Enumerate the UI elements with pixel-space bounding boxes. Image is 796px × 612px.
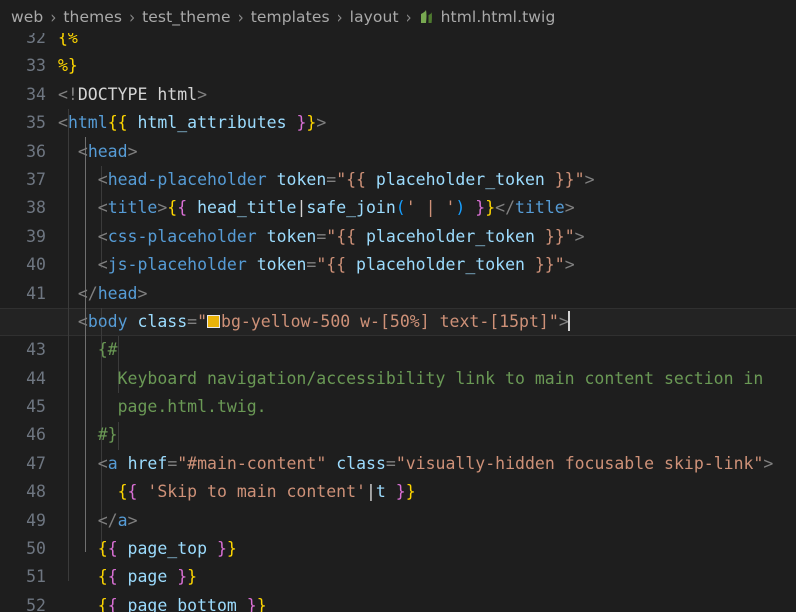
line-content[interactable]: <head> xyxy=(58,138,796,166)
line-content[interactable]: <body class=" bg-yellow-500 w-[50%] text-… xyxy=(58,308,796,336)
line-number: 50 xyxy=(26,539,46,559)
line-content[interactable]: {{ page_bottom }} xyxy=(58,592,796,612)
line-number: 34 xyxy=(26,84,46,104)
line-number: 36 xyxy=(26,141,46,161)
line-content[interactable]: <css-placeholder token="{{ placeholder_t… xyxy=(58,223,796,251)
code-line[interactable]: 52 {{ page_bottom }} xyxy=(0,592,796,612)
code-line[interactable]: 34 <!DOCTYPE html> xyxy=(0,81,796,109)
line-number: 35 xyxy=(26,113,46,133)
line-number-active: 42 xyxy=(26,311,46,331)
breadcrumb-item-layout[interactable]: layout xyxy=(350,8,399,26)
code-line[interactable]: 47 <a href="#main-content" class="visual… xyxy=(0,450,796,478)
line-number: 43 xyxy=(26,340,46,360)
breadcrumb-item-web[interactable]: web xyxy=(11,8,43,26)
code-line[interactable]: 38 <title>{{ head_title|safe_join(' | ')… xyxy=(0,194,796,222)
twig-file-icon xyxy=(419,9,434,25)
code-lines: 32 {% 33 %} 34 <!DOCTYPE html> 35 <html{… xyxy=(0,33,796,612)
code-line[interactable]: 50 {{ page_top }} xyxy=(0,535,796,563)
line-number: 46 xyxy=(26,425,46,445)
line-number: 44 xyxy=(26,368,46,388)
line-content[interactable]: <head-placeholder token="{{ placeholder_… xyxy=(58,166,796,194)
line-number: 49 xyxy=(26,510,46,530)
breadcrumb-item-templates[interactable]: templates xyxy=(251,8,330,26)
line-content[interactable]: <html{{ html_attributes }}> xyxy=(58,109,796,137)
breadcrumb-file-label: html.html.twig xyxy=(440,7,556,26)
line-number: 32 xyxy=(26,33,46,47)
breadcrumb: web › themes › test_theme › templates › … xyxy=(0,0,796,33)
code-line[interactable]: 45 page.html.twig. xyxy=(0,393,796,421)
breadcrumb-item-test-theme[interactable]: test_theme xyxy=(142,8,231,26)
code-line[interactable]: 51 {{ page }} xyxy=(0,563,796,591)
line-number: 37 xyxy=(26,169,46,189)
code-editor[interactable]: 32 {% 33 %} 34 <!DOCTYPE html> 35 <html{… xyxy=(0,33,796,612)
code-line[interactable]: 36 <head> xyxy=(0,138,796,166)
breadcrumb-item-file[interactable]: html.html.twig xyxy=(419,8,556,26)
code-line[interactable]: 35 <html{{ html_attributes }}> xyxy=(0,109,796,137)
code-line[interactable]: 32 {% xyxy=(0,33,796,52)
line-number: 40 xyxy=(26,255,46,275)
code-line[interactable]: 33 %} xyxy=(0,52,796,80)
code-line[interactable]: 43 {# xyxy=(0,336,796,364)
line-content[interactable]: </head> xyxy=(58,280,796,308)
line-content[interactable]: {{ page }} xyxy=(58,563,796,591)
line-number: 47 xyxy=(26,453,46,473)
line-number: 52 xyxy=(26,595,46,612)
breadcrumb-separator-icon: › xyxy=(129,6,136,27)
line-content[interactable]: <!DOCTYPE html> xyxy=(58,81,796,109)
code-line[interactable]: 40 <js-placeholder token="{{ placeholder… xyxy=(0,251,796,279)
breadcrumb-separator-icon: › xyxy=(237,6,244,27)
line-number: 39 xyxy=(26,226,46,246)
line-number: 45 xyxy=(26,397,46,417)
line-number: 51 xyxy=(26,567,46,587)
line-number: 33 xyxy=(26,56,46,76)
code-line-active[interactable]: 42 <body class=" bg-yellow-500 w-[50%] te… xyxy=(0,307,796,337)
line-content[interactable]: {% xyxy=(58,33,796,52)
code-line[interactable]: 37 <head-placeholder token="{{ placehold… xyxy=(0,166,796,194)
line-content[interactable]: {{ page_top }} xyxy=(58,535,796,563)
breadcrumb-separator-icon: › xyxy=(50,6,57,27)
line-content[interactable]: <js-placeholder token="{{ placeholder_to… xyxy=(58,251,796,279)
breadcrumb-item-themes[interactable]: themes xyxy=(63,8,122,26)
code-line[interactable]: 44 Keyboard navigation/accessibility lin… xyxy=(0,365,796,393)
color-decorator-swatch[interactable] xyxy=(207,314,221,328)
text-cursor xyxy=(567,310,570,331)
code-line[interactable]: 49 </a> xyxy=(0,507,796,535)
line-number: 38 xyxy=(26,198,46,218)
code-line[interactable]: 46 #} xyxy=(0,421,796,449)
code-line[interactable]: 41 </head> xyxy=(0,280,796,308)
line-number: 41 xyxy=(26,283,46,303)
code-line[interactable]: 48 {{ 'Skip to main content'|t }} xyxy=(0,478,796,506)
line-content[interactable]: {{ 'Skip to main content'|t }} xyxy=(58,478,796,506)
breadcrumb-separator-icon: › xyxy=(336,6,343,27)
line-content[interactable]: Keyboard navigation/accessibility link t… xyxy=(58,365,796,393)
line-content[interactable]: #} xyxy=(58,421,796,449)
line-content[interactable]: %} xyxy=(58,52,796,80)
line-content[interactable]: page.html.twig. xyxy=(58,393,796,421)
breadcrumb-separator-icon: › xyxy=(405,6,412,27)
line-content[interactable]: {# xyxy=(58,336,796,364)
line-content[interactable]: </a> xyxy=(58,507,796,535)
line-content[interactable]: <a href="#main-content" class="visually-… xyxy=(58,450,796,478)
line-number: 48 xyxy=(26,482,46,502)
line-content[interactable]: <title>{{ head_title|safe_join(' | ') }}… xyxy=(58,194,796,222)
code-line[interactable]: 39 <css-placeholder token="{{ placeholde… xyxy=(0,223,796,251)
